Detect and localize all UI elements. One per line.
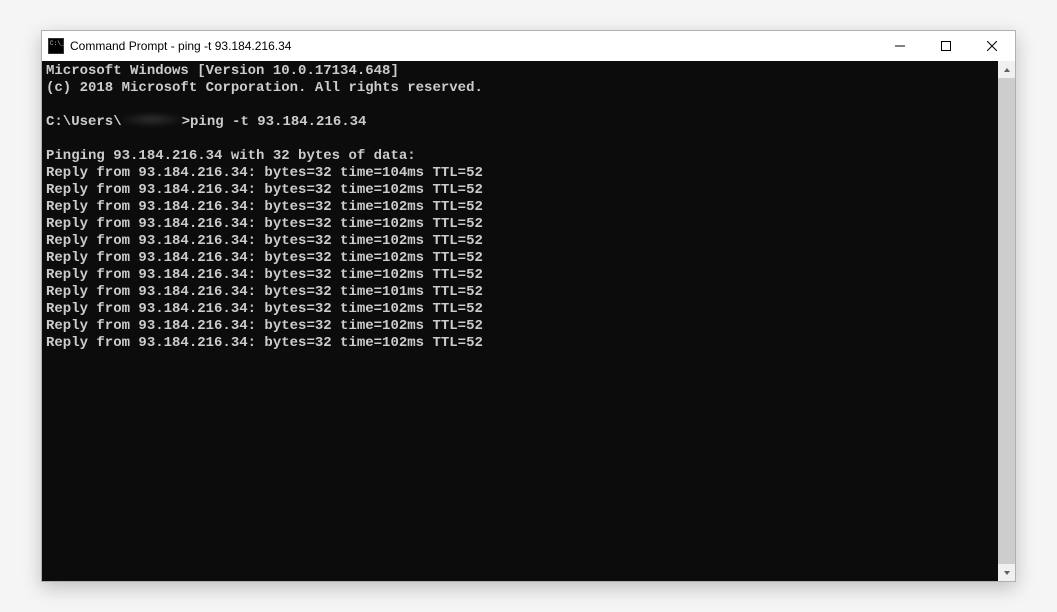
ping-reply-line: Reply from 93.184.216.34: bytes=32 time=… xyxy=(46,267,483,283)
close-button[interactable] xyxy=(969,31,1015,61)
ping-reply-line: Reply from 93.184.216.34: bytes=32 time=… xyxy=(46,301,483,317)
command-prompt-window: Command Prompt - ping -t 93.184.216.34 M… xyxy=(41,30,1016,582)
chevron-up-icon xyxy=(1003,66,1011,74)
ping-reply-line: Reply from 93.184.216.34: bytes=32 time=… xyxy=(46,335,483,351)
ping-reply-line: Reply from 93.184.216.34: bytes=32 time=… xyxy=(46,199,483,215)
maximize-button[interactable] xyxy=(923,31,969,61)
chevron-down-icon xyxy=(1003,569,1011,577)
close-icon xyxy=(987,41,997,51)
window-title: Command Prompt - ping -t 93.184.216.34 xyxy=(70,39,877,53)
ping-reply-line: Reply from 93.184.216.34: bytes=32 time=… xyxy=(46,182,483,198)
scroll-thumb[interactable] xyxy=(998,78,1015,564)
ping-reply-line: Reply from 93.184.216.34: bytes=32 time=… xyxy=(46,284,483,300)
banner-line: (c) 2018 Microsoft Corporation. All righ… xyxy=(46,80,483,96)
ping-reply-line: Reply from 93.184.216.34: bytes=32 time=… xyxy=(46,233,483,249)
prompt-prefix: C:\Users\ xyxy=(46,114,122,130)
minimize-icon xyxy=(895,41,905,51)
window-controls xyxy=(877,31,1015,61)
maximize-icon xyxy=(941,41,951,51)
ping-reply-line: Reply from 93.184.216.34: bytes=32 time=… xyxy=(46,216,483,232)
typed-command: ping -t 93.184.216.34 xyxy=(190,114,366,130)
ping-header: Pinging 93.184.216.34 with 32 bytes of d… xyxy=(46,148,416,164)
terminal-output[interactable]: Microsoft Windows [Version 10.0.17134.64… xyxy=(42,61,998,581)
vertical-scrollbar[interactable] xyxy=(998,61,1015,581)
ping-reply-line: Reply from 93.184.216.34: bytes=32 time=… xyxy=(46,165,483,181)
username-redacted xyxy=(122,113,182,126)
minimize-button[interactable] xyxy=(877,31,923,61)
terminal-area: Microsoft Windows [Version 10.0.17134.64… xyxy=(42,61,1015,581)
ping-reply-line: Reply from 93.184.216.34: bytes=32 time=… xyxy=(46,250,483,266)
scroll-down-button[interactable] xyxy=(998,564,1015,581)
banner-line: Microsoft Windows [Version 10.0.17134.64… xyxy=(46,63,399,79)
prompt-suffix: > xyxy=(182,114,190,130)
titlebar[interactable]: Command Prompt - ping -t 93.184.216.34 xyxy=(42,31,1015,61)
ping-reply-line: Reply from 93.184.216.34: bytes=32 time=… xyxy=(46,318,483,334)
cmd-icon xyxy=(48,38,64,54)
scroll-up-button[interactable] xyxy=(998,61,1015,78)
